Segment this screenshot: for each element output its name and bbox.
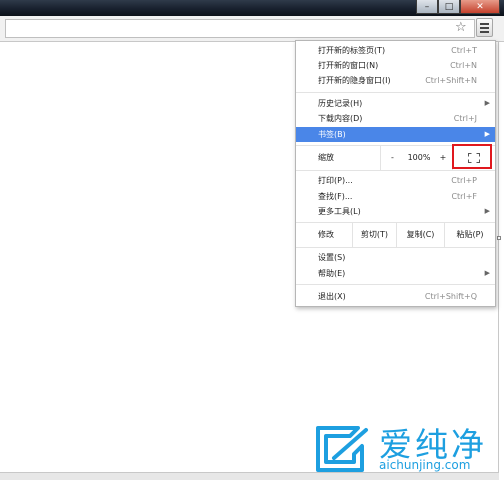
menu-item-exit[interactable]: 退出(X) Ctrl+Shift+Q bbox=[296, 289, 495, 304]
zoom-out-button[interactable]: - bbox=[380, 146, 404, 170]
watermark-url: aichunjing.com bbox=[379, 458, 471, 472]
menu-item-label: 退出(X) bbox=[318, 292, 346, 301]
menu-item-label: 打开新的标签页(T) bbox=[318, 46, 386, 55]
zoom-in-button[interactable]: + bbox=[434, 146, 452, 170]
cut-button[interactable]: 剪切(T) bbox=[352, 223, 396, 247]
minimize-button[interactable]: – bbox=[416, 0, 438, 14]
zoom-level: 100% bbox=[407, 153, 431, 162]
menu-separator bbox=[296, 92, 495, 93]
hamburger-menu-icon bbox=[480, 22, 489, 25]
menu-separator bbox=[296, 284, 495, 285]
menu-item-label: 打印(P)... bbox=[318, 176, 353, 185]
menu-item-label: 历史记录(H) bbox=[318, 99, 363, 108]
menu-item-more-tools[interactable]: 更多工具(L) ▶ bbox=[296, 204, 495, 219]
menu-edit-row: 修改 剪切(T) 复制(C) 粘贴(P) bbox=[296, 223, 495, 247]
star-icon[interactable]: ☆ bbox=[455, 19, 467, 37]
resize-handle-right[interactable] bbox=[497, 236, 501, 240]
menu-item-shortcut: Ctrl+T bbox=[451, 46, 477, 55]
menu-item-find[interactable]: 查找(F)... Ctrl+F bbox=[296, 189, 495, 204]
submenu-arrow-icon: ▶ bbox=[484, 130, 490, 138]
fullscreen-highlight-box bbox=[452, 144, 492, 169]
restore-button[interactable]: □ bbox=[438, 0, 460, 14]
menu-item-history[interactable]: 历史记录(H) ▶ bbox=[296, 96, 495, 111]
menu-item-new-incognito-window[interactable]: 打开新的隐身窗口(I) Ctrl+Shift+N bbox=[296, 73, 495, 88]
menu-item-new-window[interactable]: 打开新的窗口(N) Ctrl+N bbox=[296, 58, 495, 73]
watermark-logo: 爱纯净 aichunjing.com bbox=[307, 418, 501, 476]
window-titlebar: – □ ✕ bbox=[0, 0, 504, 16]
chrome-menu-button[interactable] bbox=[476, 18, 493, 37]
menu-item-shortcut: Ctrl+Shift+Q bbox=[424, 292, 477, 301]
submenu-arrow-icon: ▶ bbox=[484, 269, 490, 277]
menu-separator bbox=[296, 170, 495, 171]
menu-item-label: 打开新的窗口(N) bbox=[318, 61, 379, 70]
hamburger-line bbox=[480, 26, 489, 29]
menu-item-label: 设置(S) bbox=[318, 253, 346, 262]
menu-item-shortcut: Ctrl+Shift+N bbox=[425, 76, 477, 85]
close-button[interactable]: ✕ bbox=[460, 0, 500, 14]
menu-item-shortcut: Ctrl+P bbox=[451, 176, 477, 185]
menu-item-downloads[interactable]: 下载内容(D) Ctrl+J bbox=[296, 111, 495, 126]
menu-item-new-tab[interactable]: 打开新的标签页(T) Ctrl+T bbox=[296, 43, 495, 58]
submenu-arrow-icon: ▶ bbox=[484, 207, 490, 215]
paste-button[interactable]: 粘贴(P) bbox=[444, 223, 495, 247]
menu-item-label: 打开新的隐身窗口(I) bbox=[318, 76, 391, 85]
window-controls: – □ ✕ bbox=[416, 0, 500, 14]
address-bar[interactable] bbox=[5, 19, 475, 38]
browser-toolbar: ☆ bbox=[0, 16, 504, 42]
menu-item-bookmarks[interactable]: 书签(B) ▶ bbox=[296, 127, 495, 142]
menu-item-shortcut: Ctrl+N bbox=[450, 61, 477, 70]
edit-label: 修改 bbox=[318, 230, 334, 239]
hamburger-line bbox=[480, 30, 489, 33]
menu-item-print[interactable]: 打印(P)... Ctrl+P bbox=[296, 173, 495, 188]
menu-item-shortcut: Ctrl+J bbox=[453, 114, 477, 123]
menu-item-help[interactable]: 帮助(E) ▶ bbox=[296, 266, 495, 281]
logo-mark-icon bbox=[316, 426, 368, 472]
menu-item-shortcut: Ctrl+F bbox=[451, 192, 477, 201]
chrome-main-menu: 打开新的标签页(T) Ctrl+T 打开新的窗口(N) Ctrl+N 打开新的隐… bbox=[295, 40, 496, 307]
submenu-arrow-icon: ▶ bbox=[484, 99, 490, 107]
zoom-label: 缩放 bbox=[318, 153, 334, 162]
menu-item-label: 帮助(E) bbox=[318, 269, 346, 278]
menu-item-label: 更多工具(L) bbox=[318, 207, 361, 216]
menu-item-label: 书签(B) bbox=[318, 130, 346, 139]
menu-separator bbox=[296, 247, 495, 248]
copy-button[interactable]: 复制(C) bbox=[396, 223, 444, 247]
menu-item-label: 查找(F)... bbox=[318, 192, 353, 201]
menu-item-settings[interactable]: 设置(S) bbox=[296, 250, 495, 265]
menu-item-label: 下载内容(D) bbox=[318, 114, 363, 123]
